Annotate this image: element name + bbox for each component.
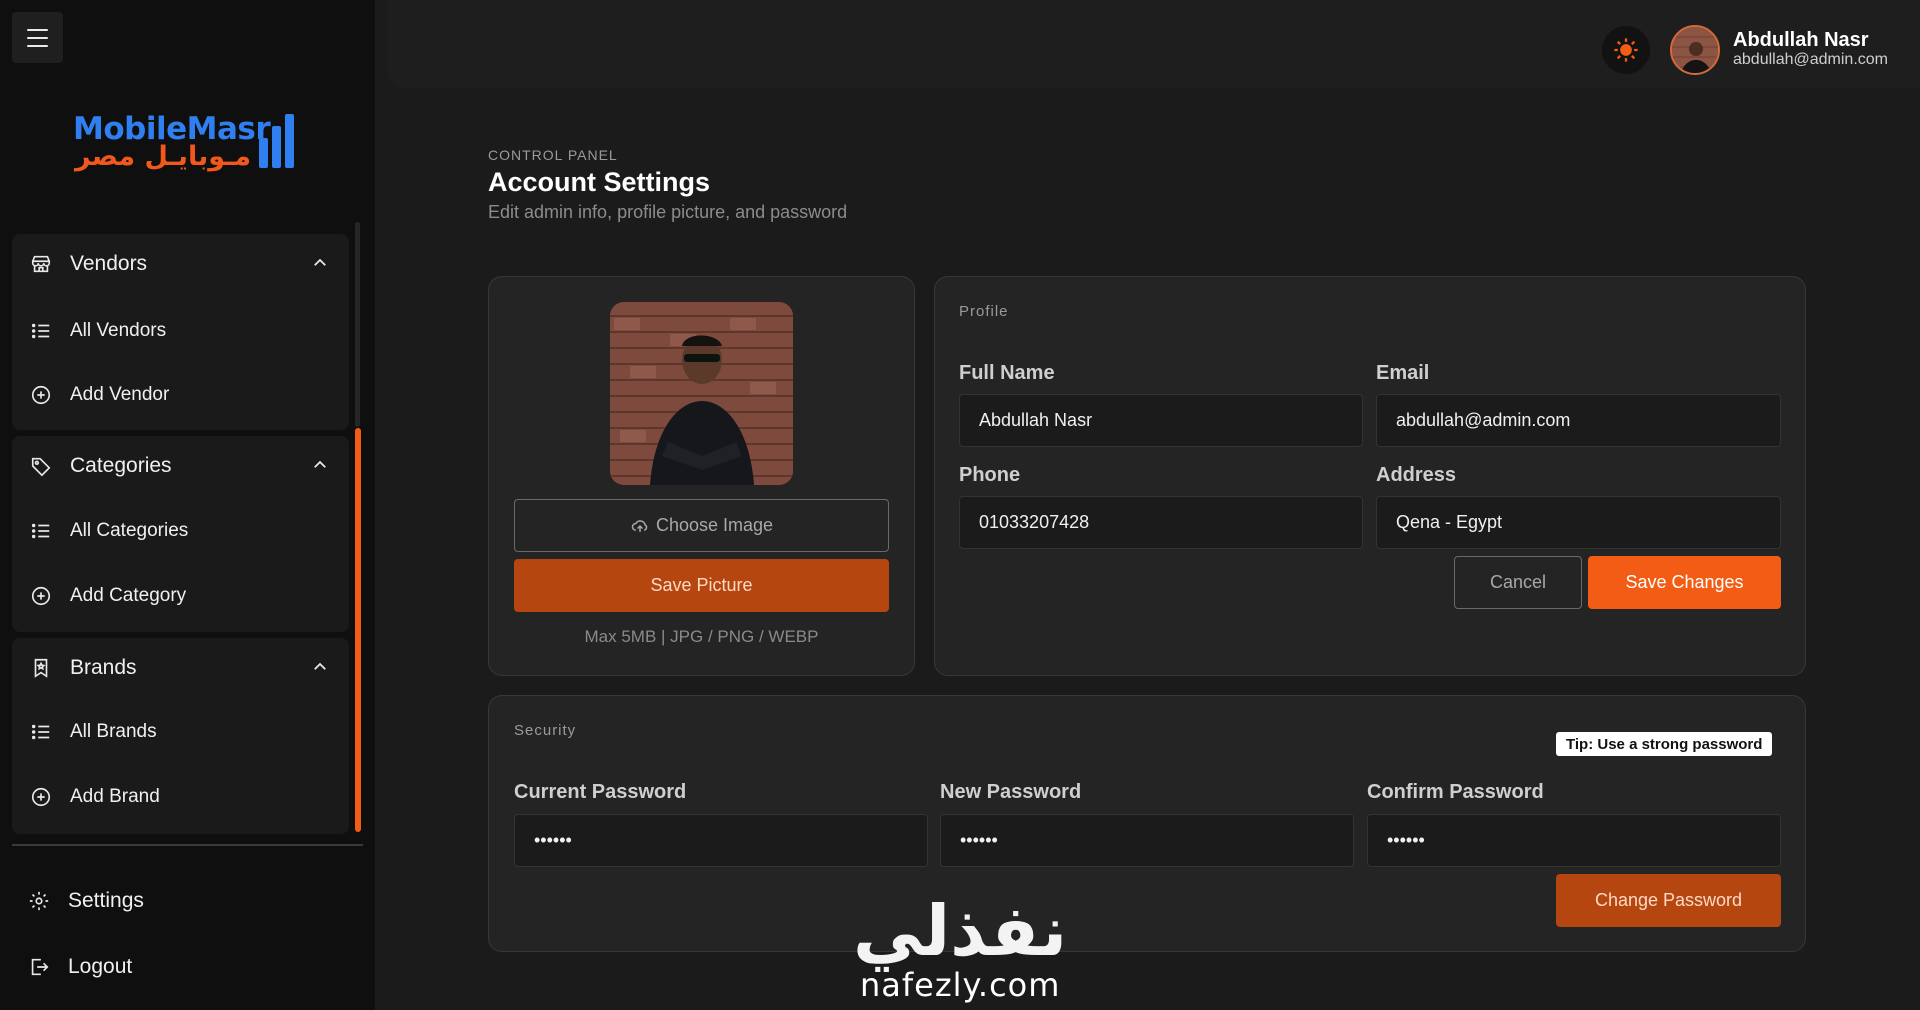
new-password-input[interactable]: •••••• — [940, 814, 1354, 867]
sidebar-item-label: Add Category — [70, 585, 187, 606]
sidebar-group-vendors-toggle[interactable]: Vendors — [12, 234, 349, 294]
sidebar-group-brands: Brands All Brands Add Brand — [12, 638, 349, 834]
sidebar-item-settings[interactable]: Settings — [28, 881, 144, 921]
confirm-password-label: Confirm Password — [1367, 781, 1544, 803]
full-name-label: Full Name — [959, 362, 1055, 384]
save-picture-label: Save Picture — [650, 575, 753, 595]
sidebar-group-categories-toggle[interactable]: Categories — [12, 436, 349, 496]
page-title: Account Settings — [488, 167, 711, 197]
list-icon — [31, 523, 50, 539]
logout-label: Logout — [68, 955, 133, 978]
password-tip-badge: Tip: Use a strong password — [1556, 732, 1773, 756]
gear-icon — [29, 891, 49, 911]
upload-hint: Max 5MB | JPG / PNG / WEBP — [584, 627, 819, 646]
phone-label: Phone — [959, 464, 1021, 486]
sidebar-item-logout[interactable]: Logout — [28, 947, 132, 987]
save-changes-button[interactable]: Save Changes — [1588, 556, 1781, 609]
sidebar-item-label: Add Vendor — [70, 384, 170, 405]
settings-label: Settings — [68, 889, 144, 912]
cancel-button[interactable]: Cancel — [1454, 556, 1582, 609]
sidebar: MobileMasr مـوبايـل مصر Vendors All Vend… — [0, 0, 375, 1010]
current-password-input[interactable]: •••••• — [514, 814, 928, 867]
sidebar-scrollbar[interactable] — [355, 428, 361, 832]
user-name: Abdullah Nasr — [1733, 29, 1869, 51]
chevron-up-icon — [314, 460, 326, 468]
change-password-button[interactable]: Change Password — [1556, 874, 1781, 927]
watermark-arabic: نفذلي — [853, 890, 1068, 972]
full-name-input[interactable]: Abdullah Nasr — [959, 394, 1363, 447]
theme-toggle-button[interactable] — [1602, 26, 1650, 74]
confirm-password-input[interactable]: •••••• — [1367, 814, 1781, 867]
sidebar-group-categories: Categories All Categories Add Category — [12, 436, 349, 632]
security-section-title: Security — [514, 722, 577, 739]
sidebar-group-vendors: Vendors All Vendors Add Vendor — [12, 234, 349, 430]
phone-input[interactable]: 01033207428 — [959, 496, 1363, 549]
address-label: Address — [1376, 464, 1457, 486]
chevron-up-icon — [314, 258, 326, 266]
change-password-label: Change Password — [1594, 890, 1743, 910]
sidebar-item-label: All Categories — [70, 520, 189, 541]
sidebar-group-label: Categories — [70, 454, 172, 477]
sidebar-item-all-vendors[interactable]: All Vendors — [12, 306, 349, 356]
sidebar-item-add-brand[interactable]: Add Brand — [12, 772, 349, 822]
sidebar-item-label: All Brands — [70, 721, 157, 742]
menu-toggle-button[interactable] — [12, 12, 63, 63]
logout-icon — [31, 958, 49, 976]
watermark-url: nafezly.com — [860, 966, 1061, 1004]
plus-circle-icon — [31, 385, 51, 405]
breadcrumb: CONTROL PANEL — [488, 147, 618, 163]
hamburger-icon — [27, 28, 48, 31]
choose-image-button[interactable]: Choose Image — [514, 499, 889, 552]
sidebar-item-all-brands[interactable]: All Brands — [12, 707, 349, 757]
sun-icon — [1614, 38, 1638, 62]
page-subtitle: Edit admin info, profile picture, and pa… — [488, 202, 848, 222]
store-icon — [31, 255, 51, 273]
sidebar-item-label: All Vendors — [70, 320, 167, 341]
new-password-label: New Password — [940, 781, 1082, 803]
profile-card — [934, 276, 1806, 676]
plus-circle-icon — [31, 787, 51, 807]
email-label: Email — [1376, 362, 1430, 384]
profile-photo-image — [610, 302, 793, 485]
save-picture-button[interactable]: Save Picture — [514, 559, 889, 612]
cloud-upload-icon — [631, 519, 648, 532]
sidebar-scroll-track — [355, 222, 360, 427]
sidebar-item-all-categories[interactable]: All Categories — [12, 506, 349, 556]
avatar[interactable] — [1670, 25, 1720, 75]
sidebar-item-add-vendor[interactable]: Add Vendor — [12, 370, 349, 420]
plus-circle-icon — [31, 586, 51, 606]
logo-bars-icon — [259, 114, 294, 168]
list-icon — [31, 724, 50, 740]
email-input[interactable]: abdullah@admin.com — [1376, 394, 1781, 447]
save-changes-label: Save Changes — [1625, 572, 1744, 592]
bookmark-icon — [34, 658, 48, 678]
user-email: abdullah@admin.com — [1733, 51, 1888, 68]
sidebar-item-label: Add Brand — [70, 786, 160, 807]
sidebar-item-add-category[interactable]: Add Category — [12, 571, 349, 621]
choose-image-label: Choose Image — [655, 515, 774, 535]
profile-section-title: Profile — [959, 303, 1009, 320]
chevron-up-icon — [314, 662, 326, 670]
sidebar-group-brands-toggle[interactable]: Brands — [12, 638, 349, 698]
address-input[interactable]: Qena - Egypt — [1376, 496, 1781, 549]
sidebar-group-label: Vendors — [70, 252, 148, 275]
list-icon — [31, 323, 50, 339]
sidebar-group-label: Brands — [70, 656, 137, 679]
sidebar-divider — [12, 844, 363, 846]
profile-picture — [610, 302, 793, 485]
brand-logo[interactable]: MobileMasr مـوبايـل مصر — [73, 111, 303, 173]
current-password-label: Current Password — [514, 781, 687, 803]
tag-icon — [31, 457, 51, 477]
brand-logo-ar: مـوبايـل مصر — [75, 141, 252, 172]
cancel-label: Cancel — [1489, 572, 1547, 592]
